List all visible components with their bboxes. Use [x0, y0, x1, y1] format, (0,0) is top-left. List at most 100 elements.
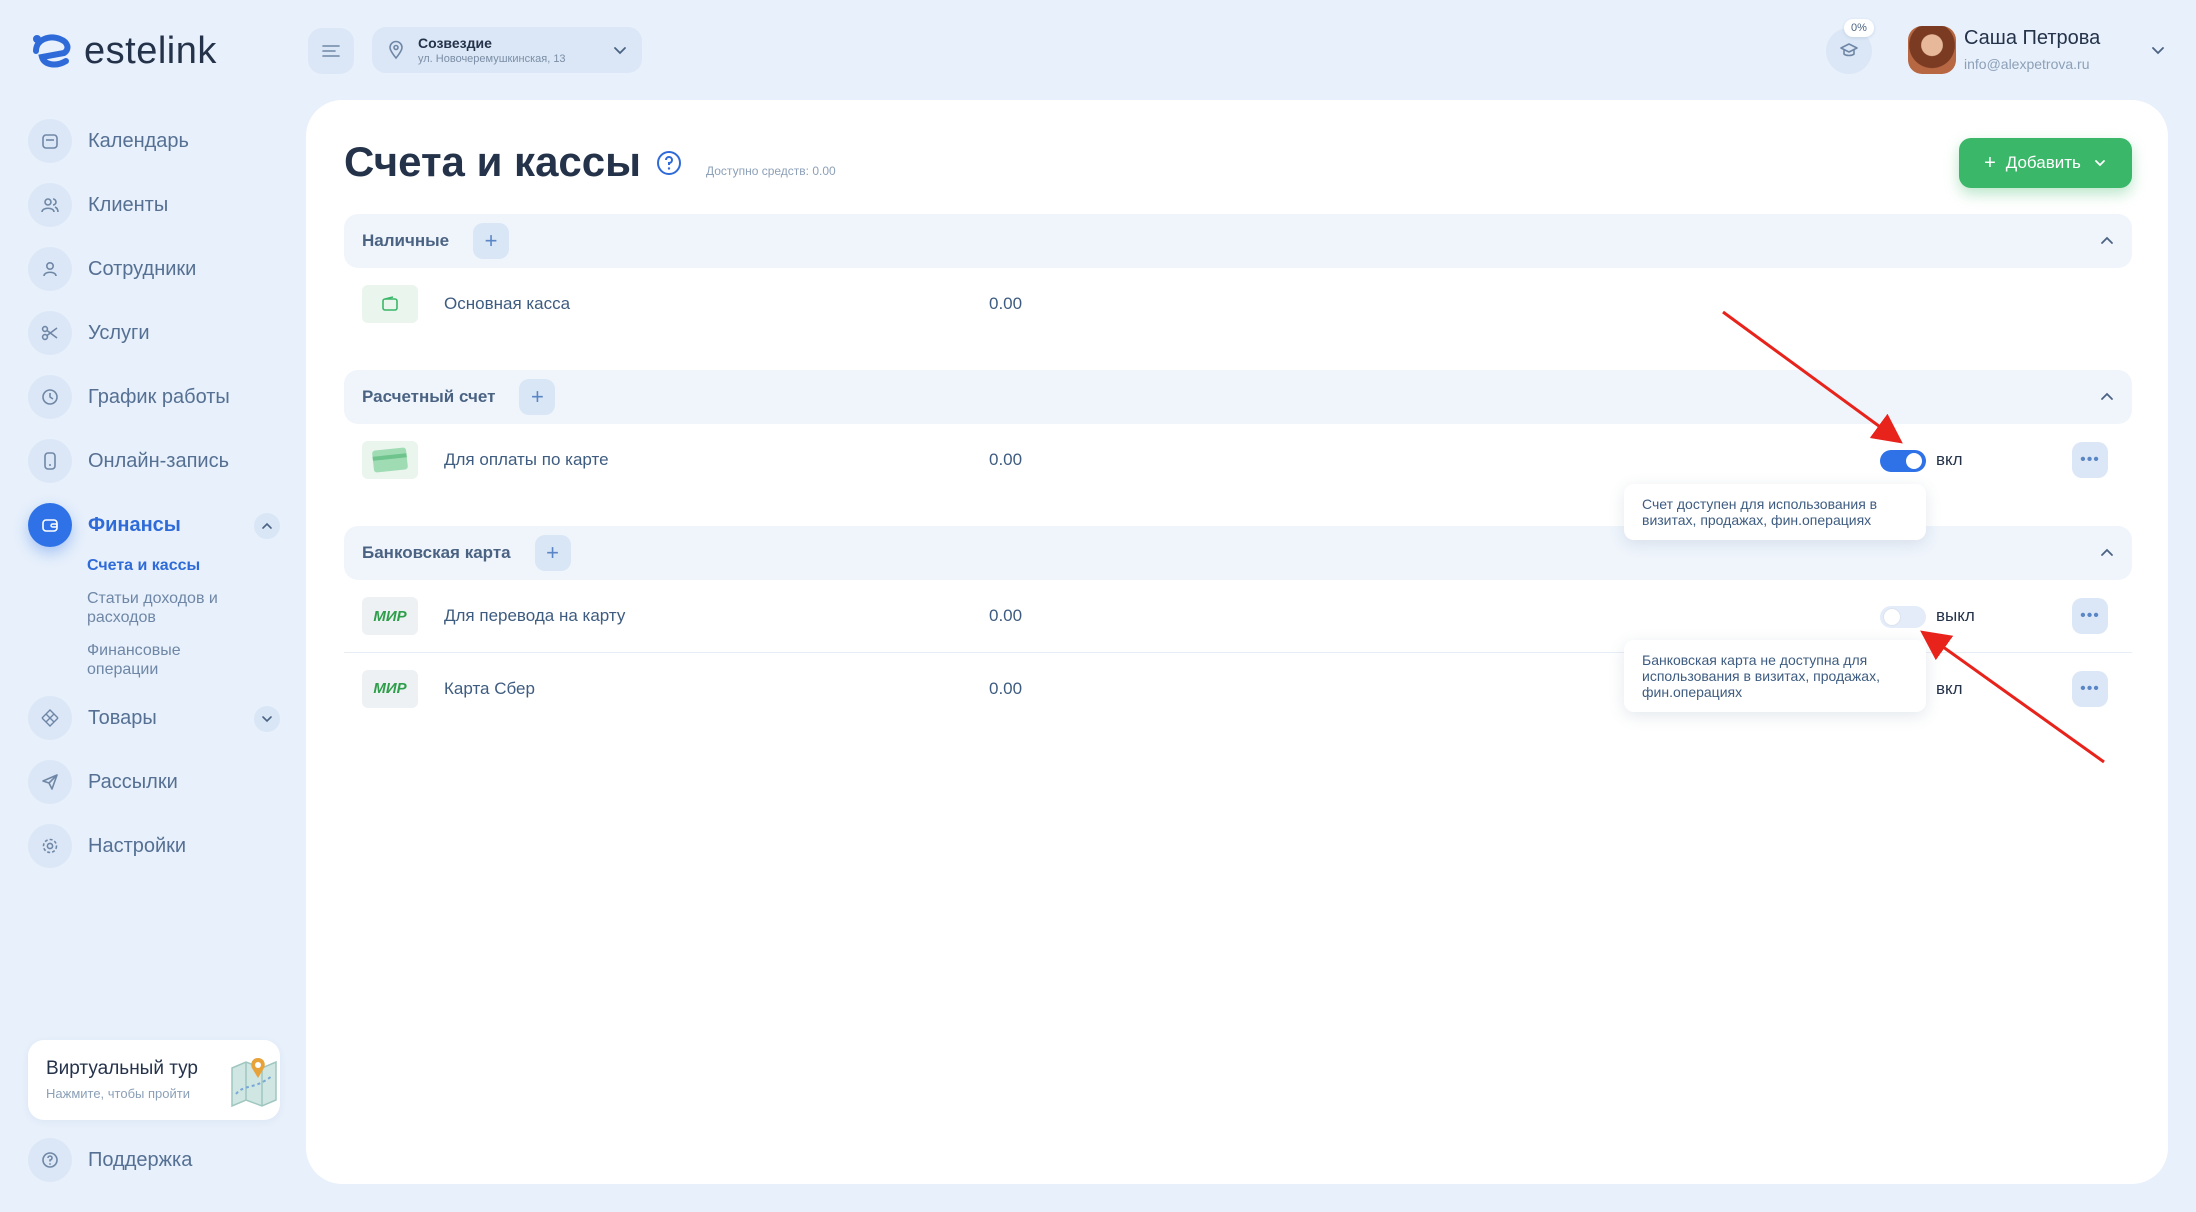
page-title: Счета и кассы — [344, 138, 642, 185]
branch-selector[interactable]: Созвездие ул. Новочеремушкинская, 13 — [372, 27, 642, 73]
add-cash-button[interactable]: + — [473, 223, 510, 259]
send-icon — [28, 760, 72, 804]
chevron-up-icon[interactable] — [2098, 232, 2116, 250]
sidebar-item-products[interactable]: Товары — [28, 695, 280, 741]
more-menu-button[interactable]: ••• — [2072, 598, 2108, 634]
menu-lines-icon — [322, 45, 340, 57]
account-toggle[interactable] — [1880, 606, 1926, 628]
submenu-income-expense-items[interactable]: Статьи доходов и расходов — [87, 589, 247, 627]
add-button-label: Добавить — [2005, 153, 2081, 172]
sidebar-item-mailings[interactable]: Рассылки — [28, 759, 280, 805]
sidebar-item-label: Календарь — [88, 129, 189, 152]
app-logo[interactable]: estelink — [28, 28, 217, 74]
sidebar-item-label: Услуги — [88, 321, 150, 344]
help-circle-icon — [28, 1138, 72, 1182]
graduation-cap-icon — [1840, 43, 1858, 57]
box-icon — [28, 696, 72, 740]
calendar-icon — [28, 119, 72, 163]
add-bank-card-button[interactable]: + — [534, 535, 571, 571]
submenu-accounts[interactable]: Счета и кассы — [87, 556, 280, 575]
section-header: Расчетный счет + — [344, 370, 2132, 424]
sidebar-item-label: Онлайн-запись — [88, 449, 229, 472]
branch-name: Созвездие — [418, 35, 492, 51]
sidebar-item-label: Сотрудники — [88, 257, 197, 280]
user-name: Саша Петрова — [1964, 27, 2101, 49]
account-name: Для оплаты по карте — [444, 450, 609, 469]
chevron-down-icon[interactable] — [254, 706, 280, 732]
support-label: Поддержка — [88, 1148, 193, 1171]
help-icon[interactable] — [656, 150, 682, 176]
chevron-up-icon[interactable] — [2098, 544, 2116, 562]
sidebar-item-label: График работы — [88, 385, 230, 408]
chevron-up-icon[interactable] — [254, 513, 280, 539]
account-name: Для перевода на карту — [444, 606, 626, 625]
sidebar-item-label: Товары — [88, 706, 157, 729]
more-menu-button[interactable]: ••• — [2072, 442, 2108, 478]
more-menu-button[interactable]: ••• — [2072, 671, 2108, 707]
submenu-financial-operations[interactable]: Финансовые операции — [87, 641, 217, 679]
sidebar-item-online-booking[interactable]: Онлайн-запись — [28, 438, 280, 484]
sidebar-item-label: Финансы — [88, 513, 181, 536]
table-row[interactable]: Основная касса 0.00 — [344, 268, 2132, 340]
account-amount: 0.00 — [989, 294, 1023, 313]
plus-icon: + — [1984, 151, 1996, 174]
chevron-down-icon — [614, 47, 626, 55]
clients-icon — [28, 183, 72, 227]
section-title: Банковская карта — [362, 543, 511, 562]
menu-toggle-button[interactable] — [308, 28, 354, 74]
add-button[interactable]: + Добавить — [1959, 138, 2132, 188]
sidebar-nav: Календарь Клиенты Сотрудники Услуги Граф… — [28, 118, 280, 887]
sidebar-item-services[interactable]: Услуги — [28, 310, 280, 356]
toggle-knob — [1884, 609, 1900, 625]
clock-icon — [28, 375, 72, 419]
sidebar-item-label: Настройки — [88, 834, 187, 857]
section-title: Наличные — [362, 231, 450, 250]
sidebar-item-label: Рассылки — [88, 770, 178, 793]
mir-logo: МИР — [362, 597, 418, 635]
toggle-state-label: вкл — [1936, 450, 1963, 469]
sidebar-item-label: Клиенты — [88, 193, 169, 216]
sidebar-item-schedule[interactable]: График работы — [28, 374, 280, 420]
wallet-icon — [28, 503, 72, 547]
chevron-down-icon — [2095, 160, 2105, 167]
virtual-tour-card[interactable]: Виртуальный тур Нажмите, чтобы пройти — [28, 1040, 280, 1120]
toggle-knob — [1906, 453, 1922, 469]
user-email: info@alexpetrova.ru — [1964, 56, 2090, 72]
section-settlement-account: Расчетный счет + Для оплаты по карте 0.0… — [344, 370, 2132, 496]
mir-logo: МИР — [362, 669, 418, 708]
gear-icon — [28, 824, 72, 868]
sidebar-item-finance[interactable]: Финансы — [28, 502, 280, 548]
branch-address: ул. Новочеремушкинская, 13 — [418, 53, 566, 65]
account-amount: 0.00 — [989, 450, 1023, 469]
sidebar-item-support[interactable]: Поддержка — [28, 1138, 192, 1182]
account-name: Основная касса — [444, 294, 571, 313]
progress-badge: 0% — [1844, 19, 1874, 37]
account-name: Карта Сбер — [444, 678, 535, 698]
phone-icon — [28, 439, 72, 483]
add-settlement-account-button[interactable]: + — [519, 379, 556, 415]
sidebar-item-settings[interactable]: Настройки — [28, 823, 280, 869]
finance-submenu: Счета и кассы Статьи доходов и расходов … — [87, 556, 280, 679]
chevron-up-icon[interactable] — [2098, 388, 2116, 406]
tooltip-disabled: Банковская карта не доступна для использ… — [1624, 640, 1926, 712]
main-panel: Счета и кассы Доступно средств: 0.00 + Д… — [306, 100, 2168, 1184]
section-cash: Наличные + Основная касса 0.00 — [344, 214, 2132, 340]
sidebar-item-calendar[interactable]: Календарь — [28, 118, 280, 164]
app-name: estelink — [84, 29, 217, 72]
person-icon — [28, 247, 72, 291]
sidebar-item-clients[interactable]: Клиенты — [28, 182, 280, 228]
section-title: Расчетный счет — [362, 387, 496, 406]
toggle-state-label: вкл — [1936, 679, 1963, 698]
user-info[interactable]: Саша Петрова info@alexpetrova.ru — [1964, 27, 2100, 72]
location-pin-icon — [389, 40, 403, 60]
available-funds: Доступно средств: 0.00 — [706, 164, 836, 178]
sidebar-item-staff[interactable]: Сотрудники — [28, 246, 280, 292]
account-amount: 0.00 — [989, 606, 1023, 625]
chevron-down-icon[interactable] — [2148, 40, 2168, 60]
account-toggle[interactable] — [1880, 450, 1926, 472]
scissors-icon — [28, 311, 72, 355]
tooltip-enabled: Счет доступен для использования в визита… — [1624, 484, 1926, 540]
avatar[interactable] — [1908, 26, 1956, 74]
section-header: Наличные + — [344, 214, 2132, 268]
wallet-icon — [362, 285, 418, 323]
